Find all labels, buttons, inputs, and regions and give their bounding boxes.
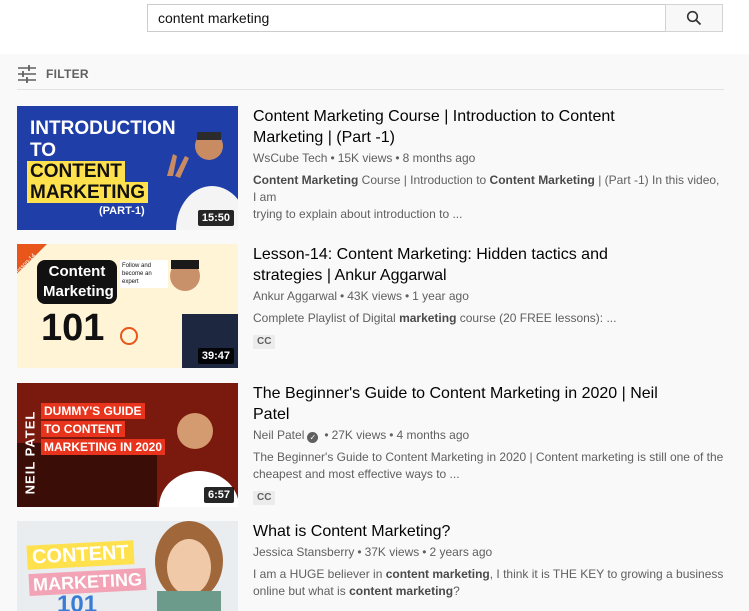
thumb-text: Follow and become an expert [120, 260, 168, 288]
channel-name[interactable]: Neil Patel [253, 428, 304, 442]
upload-age: 1 year ago [412, 289, 469, 303]
title-line: The Beginner's Guide to Content Marketin… [253, 385, 658, 402]
video-thumbnail[interactable]: Content Marketing 101 Lesson-14 Follow a… [17, 244, 238, 368]
thumb-text: (PART-1) [99, 205, 145, 217]
video-info: What is Content Marketing? Jessica Stans… [253, 521, 725, 600]
separator: • [330, 151, 335, 165]
cc-badge: CC [253, 335, 276, 349]
view-count: 43K views [347, 289, 402, 303]
desc-text: I am a HUGE believer in [253, 567, 386, 581]
thumb-text: INTRODUCTION [27, 118, 179, 139]
desc-text: cheapest and most effective ways to ... [253, 467, 460, 481]
video-duration: 15:50 [197, 210, 234, 226]
thumb-text: MARKETING [27, 182, 149, 203]
video-duration: 6:57 [203, 487, 234, 503]
channel-name[interactable]: Ankur Aggarwal [253, 289, 337, 303]
title-line: Content Marketing Course | Introduction … [253, 108, 615, 125]
video-description: Content Marketing Course | Introduction … [253, 172, 725, 223]
video-description: The Beginner's Guide to Content Marketin… [253, 449, 725, 483]
view-count: 27K views [331, 428, 387, 442]
thumb-text: CONTENT [27, 161, 125, 182]
thumb-text: DUMMY'S GUIDE TO CONTENT MARKETING IN 20… [41, 403, 166, 455]
separator: • [324, 428, 329, 442]
separator: • [422, 545, 427, 559]
verified-check-icon: ✓ [307, 432, 319, 443]
search-icon [686, 10, 702, 26]
video-result[interactable]: INTRODUCTION TO CONTENT MARKETING (PART-… [17, 106, 727, 232]
desc-text: Complete Playlist of Digital [253, 311, 400, 325]
video-result[interactable]: CONTENT MARKETING 101 What is Content Ma… [17, 521, 727, 611]
desc-highlight: Content Marketing [489, 173, 595, 187]
video-title[interactable]: The Beginner's Guide to Content Marketin… [253, 383, 725, 425]
separator: • [357, 545, 362, 559]
channel-name[interactable]: WsCube Tech [253, 151, 327, 165]
masthead: content marketing [0, 0, 749, 54]
title-line: strategies | Ankur Aggarwal [253, 267, 447, 284]
video-meta: WsCube Tech • 15K views • 8 months ago [253, 149, 725, 167]
thumb-line: Marketing [43, 283, 114, 300]
desc-text: trying to explain about introduction to … [253, 207, 463, 221]
video-meta: Jessica Stansberry • 37K views • 2 years ago [253, 543, 725, 561]
title-line: Marketing | (Part -1) [253, 129, 395, 146]
filter-toggle[interactable]: FILTER [17, 64, 89, 84]
video-result[interactable]: Content Marketing 101 Lesson-14 Follow a… [17, 244, 727, 370]
thumb-line: TO CONTENT [41, 421, 125, 437]
desc-text: The Beginner's Guide to Content Marketin… [253, 450, 724, 464]
video-duration: 39:47 [197, 348, 234, 364]
title-line: What is Content Marketing? [253, 523, 451, 540]
filter-label: FILTER [46, 67, 89, 81]
video-info: The Beginner's Guide to Content Marketin… [253, 383, 725, 505]
video-info: Content Marketing Course | Introduction … [253, 106, 725, 223]
video-thumbnail[interactable]: CONTENT MARKETING 101 [17, 521, 238, 611]
filter-bar: FILTER [17, 64, 724, 90]
thumb-text: 101 [41, 307, 105, 349]
thumb-text: NEIL PATEL [19, 405, 39, 505]
separator: • [340, 289, 345, 303]
desc-text: , I think it is THE KEY to growing a bus… [489, 567, 724, 581]
separator: • [389, 428, 394, 442]
desc-text: online but what is [253, 584, 350, 598]
view-count: 15K views [337, 151, 393, 165]
upload-age: 4 months ago [396, 428, 470, 442]
upload-age: 8 months ago [402, 151, 476, 165]
desc-highlight: content marketing [349, 584, 454, 598]
video-info: Lesson-14: Content Marketing: Hidden tac… [253, 244, 725, 349]
thumb-line: NEIL PATEL [22, 410, 38, 495]
thumb-text: Content Marketing [37, 260, 117, 304]
desc-highlight: Content Marketing [253, 173, 359, 187]
video-result[interactable]: NEIL PATEL DUMMY'S GUIDE TO CONTENT MARK… [17, 383, 727, 509]
thumb-line: MARKETING IN 2020 [41, 439, 166, 455]
video-thumbnail[interactable]: INTRODUCTION TO CONTENT MARKETING (PART-… [17, 106, 238, 230]
cc-badge: CC [253, 491, 276, 505]
search-button[interactable] [665, 4, 723, 32]
upload-age: 2 years ago [429, 545, 493, 559]
video-title[interactable]: What is Content Marketing? [253, 521, 725, 542]
desc-highlight: content marketing [385, 567, 490, 581]
thumb-line: DUMMY'S GUIDE [41, 403, 145, 419]
separator: • [404, 289, 410, 303]
video-meta: Ankur Aggarwal • 43K views • 1 year ago [253, 287, 725, 305]
thumb-text: 101 [57, 591, 98, 611]
filter-sliders-icon [18, 65, 36, 83]
video-thumbnail[interactable]: NEIL PATEL DUMMY'S GUIDE TO CONTENT MARK… [17, 383, 238, 507]
separator: • [395, 151, 400, 165]
video-description: I am a HUGE believer in content marketin… [253, 566, 725, 600]
thumb-line: Content [48, 263, 106, 280]
search-input[interactable]: content marketing [147, 4, 666, 32]
desc-text: ? [453, 584, 460, 598]
video-meta: Neil Patel ✓ • 27K views • 4 months ago [253, 426, 725, 444]
title-line: Lesson-14: Content Marketing: Hidden tac… [253, 246, 608, 263]
channel-name[interactable]: Jessica Stansberry [253, 545, 354, 559]
view-count: 37K views [364, 545, 420, 559]
video-description: Complete Playlist of Digital marketing c… [253, 310, 725, 327]
title-line: Patel [253, 406, 290, 423]
video-title[interactable]: Lesson-14: Content Marketing: Hidden tac… [253, 244, 725, 286]
thumb-text: TO [30, 140, 57, 161]
video-title[interactable]: Content Marketing Course | Introduction … [253, 106, 725, 148]
desc-highlight: marketing [399, 311, 457, 325]
desc-text: Course | Introduction to [358, 173, 490, 187]
desc-text: course (20 FREE lessons): ... [456, 311, 617, 325]
